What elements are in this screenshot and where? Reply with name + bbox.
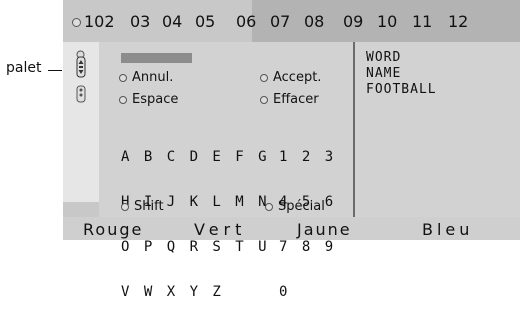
tab-05[interactable]: 05 (195, 12, 215, 31)
tab-09[interactable]: 09 (343, 12, 363, 31)
shift-button[interactable]: Shift (121, 199, 164, 214)
digit-row[interactable]: 1 2 3 (279, 150, 336, 165)
word-item[interactable]: WORD (366, 50, 437, 66)
tab-08[interactable]: 08 (304, 12, 324, 31)
option-bullet-icon (121, 202, 129, 211)
green-key-label[interactable]: Vert (194, 220, 246, 239)
tab-11[interactable]: 11 (412, 12, 432, 31)
remote-arrows-icon (76, 56, 86, 82)
palet-callout-line (48, 70, 62, 71)
text-input-field[interactable] (121, 53, 192, 63)
red-key-label[interactable]: Rouge (83, 220, 143, 239)
tab-07[interactable]: 07 (270, 12, 290, 31)
word-list: WORD NAME FOOTBALL (366, 50, 437, 98)
accept-button[interactable]: Accept. (260, 70, 321, 85)
page-tab-bar: 102 03 04 05 06 07 08 09 10 11 12 (72, 12, 520, 36)
remote-icon (76, 85, 86, 107)
tab-102[interactable]: 102 (72, 12, 115, 31)
tab-10[interactable]: 10 (377, 12, 397, 31)
digit-row[interactable]: 0 (279, 285, 336, 300)
tab-04[interactable]: 04 (162, 12, 182, 31)
tab-bullet-icon (72, 18, 81, 27)
panel-divider (353, 42, 355, 217)
yellow-key-label[interactable]: Jaune (297, 220, 352, 239)
tab-03[interactable]: 03 (130, 12, 150, 31)
option-bullet-icon (265, 202, 273, 211)
effacer-button[interactable]: Effacer (260, 92, 319, 107)
option-bullet-icon (260, 95, 268, 104)
word-item[interactable]: FOOTBALL (366, 82, 437, 98)
word-item[interactable]: NAME (366, 66, 437, 82)
espace-button[interactable]: Espace (119, 92, 178, 107)
tab-06[interactable]: 06 (236, 12, 256, 31)
tab-12[interactable]: 12 (448, 12, 468, 31)
option-bullet-icon (260, 73, 268, 82)
option-bullet-icon (119, 95, 127, 104)
digit-row[interactable]: 7 8 9 (279, 240, 336, 255)
special-button[interactable]: Spécial (265, 199, 325, 214)
letter-row[interactable]: A B C D E F G (121, 150, 270, 165)
option-bullet-icon (119, 73, 127, 82)
annul-button[interactable]: Annul. (119, 70, 173, 85)
letter-row[interactable]: V W X Y Z (121, 285, 270, 300)
letter-row[interactable]: O P Q R S T U (121, 240, 270, 255)
blue-key-label[interactable]: Bleu (422, 220, 473, 239)
palet-callout-label: palet (6, 60, 42, 76)
